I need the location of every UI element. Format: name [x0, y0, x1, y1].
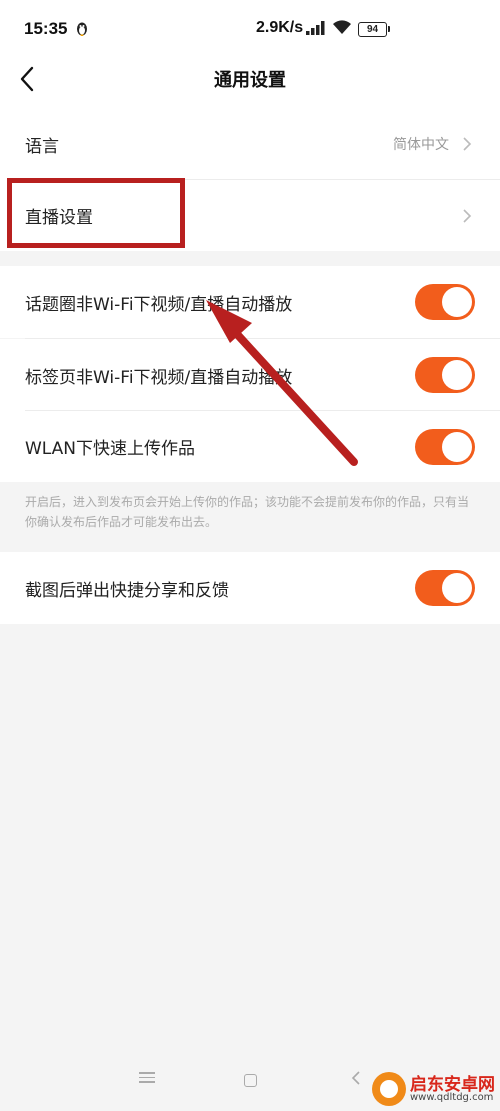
- language-label: 语言: [25, 136, 59, 157]
- header: 通用设置: [0, 58, 500, 108]
- toggle-row: WLAN下快速上传作品: [0, 411, 500, 482]
- topic-autoplay-toggle[interactable]: [415, 284, 475, 320]
- watermark: 启东安卓网 www.qdltdg.com: [372, 1070, 500, 1110]
- menu-icon[interactable]: [139, 1072, 155, 1086]
- toggle-knob: [442, 573, 472, 603]
- signal-icon: [306, 21, 328, 40]
- highlight-box: [7, 178, 185, 248]
- language-value: 简体中文: [393, 137, 449, 153]
- toggle-row: 标签页非Wi-Fi下视频/直播自动播放: [0, 339, 500, 411]
- screenshot-share-toggle[interactable]: [415, 570, 475, 606]
- penguin-icon: [76, 21, 88, 41]
- toggle-label: WLAN下快速上传作品: [25, 439, 196, 459]
- watermark-url: www.qdltdg.com: [410, 1092, 494, 1103]
- wifi-icon: [332, 19, 352, 40]
- toggle-label: 话题圈非Wi-Fi下视频/直播自动播放: [25, 294, 293, 315]
- toggle-row: 话题圈非Wi-Fi下视频/直播自动播放: [0, 266, 500, 338]
- home-icon[interactable]: [244, 1074, 257, 1087]
- toggle-row: 截图后弹出快捷分享和反馈: [0, 552, 500, 624]
- network-speed: 2.9K/s: [256, 19, 304, 36]
- chevron-right-icon: [463, 137, 472, 151]
- toggle-label: 标签页非Wi-Fi下视频/直播自动播放: [25, 367, 293, 388]
- status-time: 15:35: [24, 19, 68, 38]
- back-nav-icon[interactable]: [350, 1070, 362, 1086]
- toggle-knob: [442, 431, 472, 462]
- watermark-logo-icon: [372, 1072, 406, 1106]
- language-row[interactable]: 语言 简体中文: [0, 108, 500, 180]
- page-title: 通用设置: [214, 70, 286, 91]
- toggle-label: 截图后弹出快捷分享和反馈: [25, 580, 229, 601]
- battery-icon: 94: [358, 22, 390, 37]
- toggle-knob: [442, 360, 472, 390]
- wlan-upload-toggle[interactable]: [415, 428, 475, 465]
- chevron-right-icon: [463, 208, 472, 223]
- status-bar: 15:35 2.9K/s 94: [0, 0, 500, 58]
- upload-hint-text: 开启后，进入到发布页会开始上传你的作品；该功能不会提前发布你的作品，只有当你确认…: [25, 495, 470, 529]
- tag-autoplay-toggle[interactable]: [415, 357, 475, 393]
- toggle-knob: [442, 287, 472, 317]
